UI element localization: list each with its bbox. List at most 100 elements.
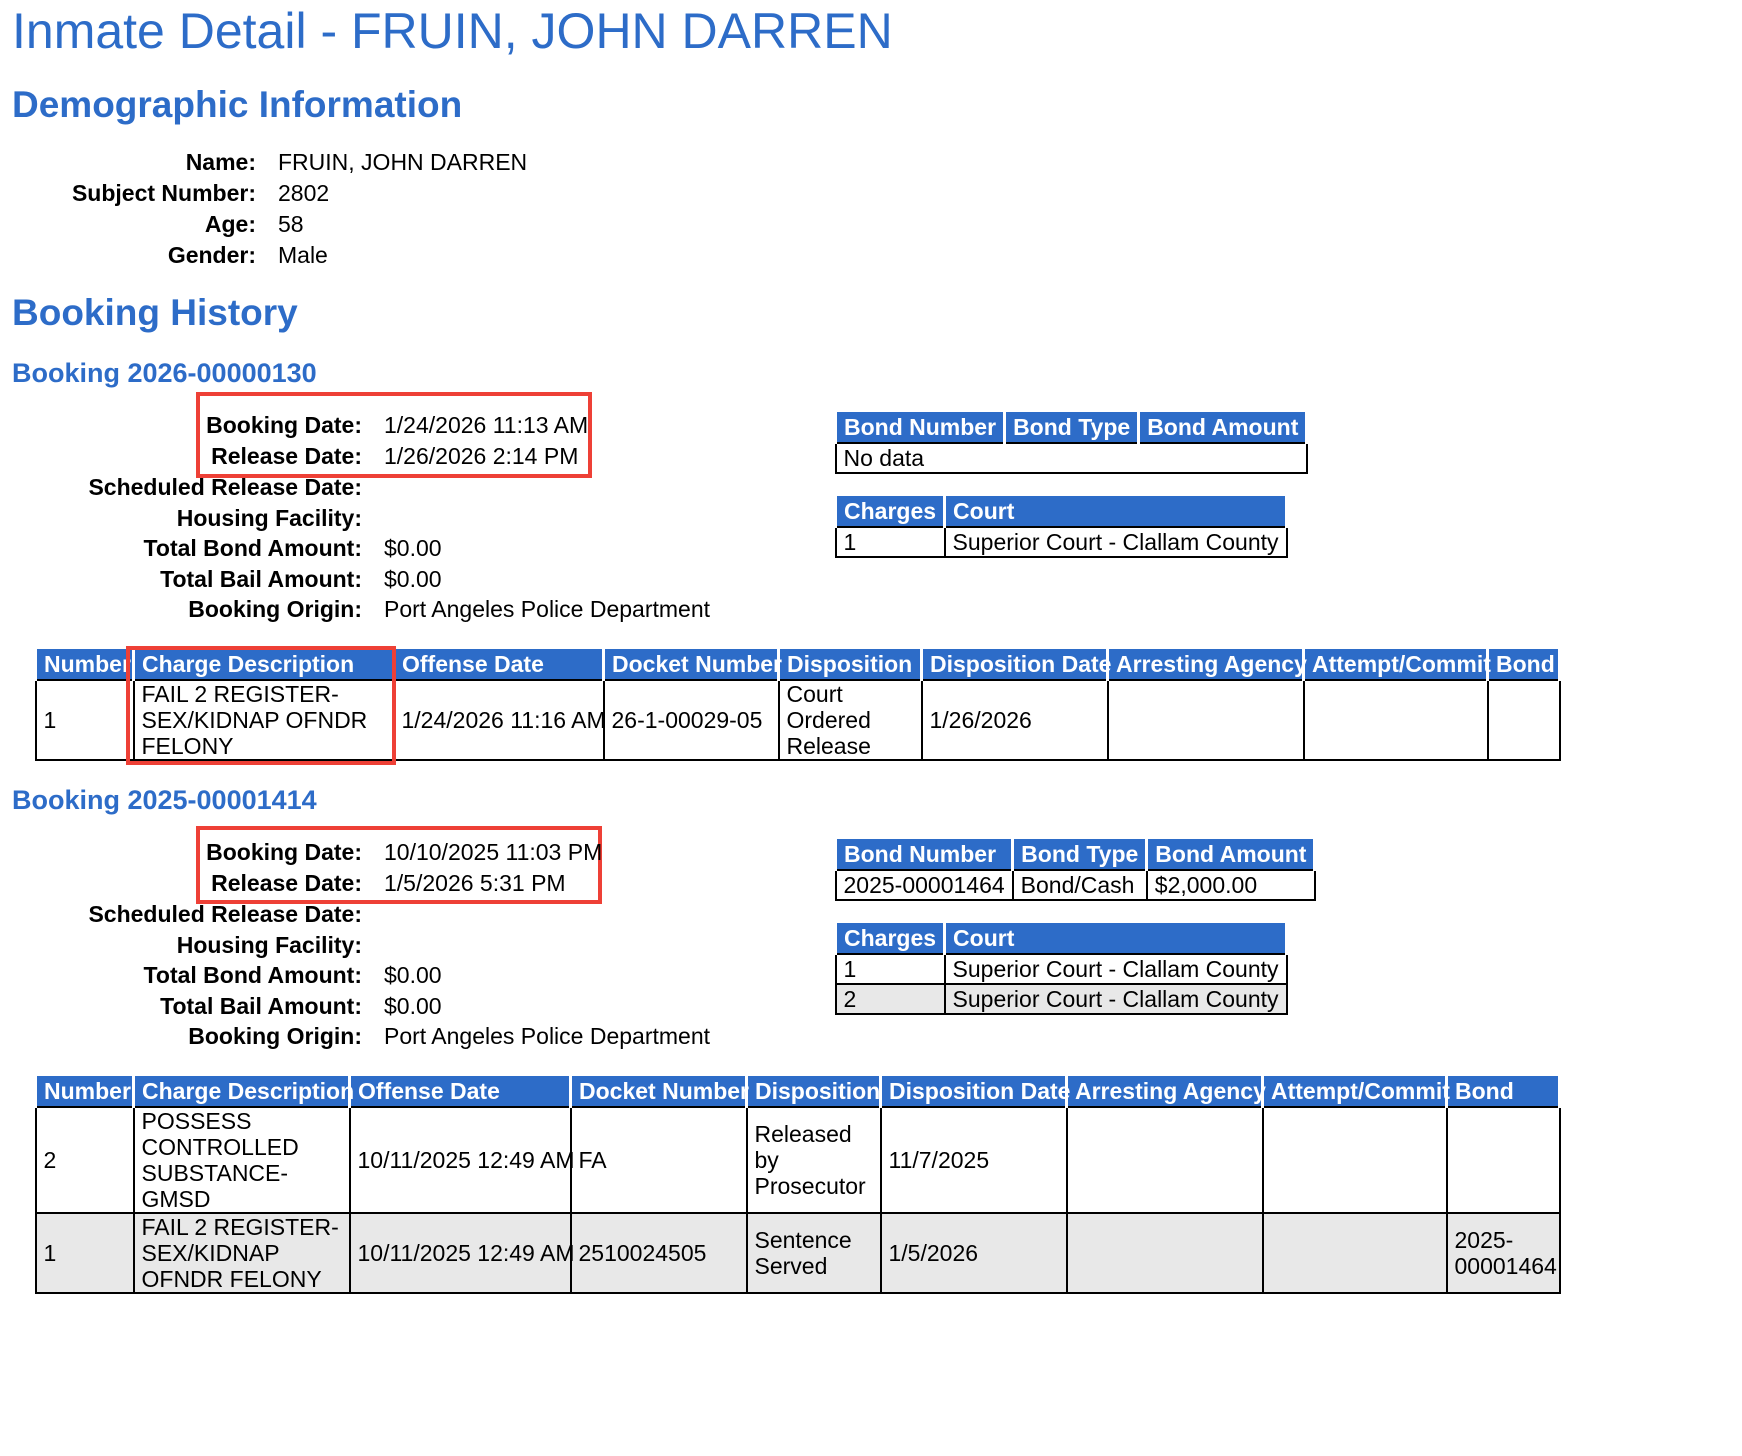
charge-number-cell: 1 xyxy=(34,1212,135,1294)
subject-number-value: 2802 xyxy=(278,180,330,206)
attempt-commit-cell xyxy=(1261,1212,1448,1294)
offense-date-header: Offense Date xyxy=(392,649,605,680)
subject-number-label: Subject Number: xyxy=(71,180,256,206)
disposition-date-header: Disposition Date xyxy=(920,649,1111,680)
disposition-header: Disposition xyxy=(777,649,923,680)
bond-number-header: Bond Number xyxy=(833,839,1015,870)
bond-type-header: Bond Type xyxy=(1003,412,1141,443)
total-bond-label: Total Bond Amount: xyxy=(143,535,362,561)
docket-number-header: Docket Number xyxy=(569,1076,749,1107)
offense-date-cell: 1/24/2026 11:16 AM xyxy=(392,679,606,761)
charge-description-cell: POSSESS CONTROLLED SUBSTANCE-GMSD xyxy=(132,1106,351,1214)
housing-facility-label: Housing Facility: xyxy=(176,932,362,958)
disposition-cell: Released by Prosecutor xyxy=(745,1106,882,1214)
total-bail-label: Total Bail Amount: xyxy=(160,993,362,1019)
highlight-box xyxy=(126,646,396,765)
booking-date-label: Booking Date: xyxy=(206,839,362,865)
charges-header: Charges xyxy=(833,496,947,527)
offense-date-header: Offense Date xyxy=(348,1076,572,1107)
court-name-cell: Superior Court - Clallam County xyxy=(943,953,1288,985)
total-bail-label: Total Bail Amount: xyxy=(160,566,362,592)
disposition-date-cell: 11/7/2025 xyxy=(879,1106,1068,1214)
number-header: Number xyxy=(34,1076,135,1107)
bond-no-data: No data xyxy=(834,442,1308,474)
age-value: 58 xyxy=(278,211,304,237)
booking-date-label: Booking Date: xyxy=(206,412,362,438)
total-bail-value: $0.00 xyxy=(384,993,442,1019)
bond-cell xyxy=(1486,679,1561,761)
disposition-date-cell: 1/5/2026 xyxy=(879,1212,1068,1294)
charge-number-cell: 1 xyxy=(34,679,135,761)
bond-number-header: Bond Number xyxy=(833,412,1007,443)
table-row: 1 Superior Court - Clallam County xyxy=(834,953,1288,985)
court-header: Court xyxy=(943,496,1288,527)
bond-table: Bond Number Bond Type Bond Amount 2025-0… xyxy=(833,839,1317,901)
bond-header: Bond xyxy=(1445,1076,1561,1107)
docket-number-cell: 26-1-00029-05 xyxy=(602,679,780,761)
bond-number-cell: 2025-00001464 xyxy=(834,869,1014,901)
arresting-agency-header: Arresting Agency xyxy=(1106,649,1307,680)
page-title: Inmate Detail - FRUIN, JOHN DARREN xyxy=(12,3,893,59)
charge-number-cell: 2 xyxy=(34,1106,135,1214)
booking-history-heading: Booking History xyxy=(12,292,298,333)
gender-label: Gender: xyxy=(167,242,256,268)
name-label: Name: xyxy=(185,149,256,175)
disposition-date-header: Disposition Date xyxy=(879,1076,1070,1107)
table-row: 1 FAIL 2 REGISTER-SEX/KIDNAP OFNDR FELON… xyxy=(34,1212,1561,1294)
attempt-commit-header: Attempt/Commit xyxy=(1261,1076,1450,1107)
bond-amount-header: Bond Amount xyxy=(1137,412,1309,443)
release-date-value: 1/5/2026 5:31 PM xyxy=(384,870,566,896)
arresting-agency-cell xyxy=(1065,1212,1264,1294)
docket-number-cell: FA xyxy=(569,1106,748,1214)
release-date-label: Release Date: xyxy=(211,870,362,896)
court-header: Court xyxy=(943,923,1288,954)
disposition-cell: Sentence Served xyxy=(745,1212,882,1294)
booking-date-value: 10/10/2025 11:03 PM xyxy=(384,839,603,865)
scheduled-release-label: Scheduled Release Date: xyxy=(88,901,362,927)
total-bond-value: $0.00 xyxy=(384,962,442,988)
arresting-agency-cell xyxy=(1106,679,1305,761)
release-date-label: Release Date: xyxy=(211,443,362,469)
booking-origin-label: Booking Origin: xyxy=(188,1023,362,1049)
total-bond-value: $0.00 xyxy=(384,535,442,561)
bond-cell xyxy=(1445,1106,1561,1214)
table-row: 2025-00001464 Bond/Cash $2,000.00 xyxy=(834,869,1316,901)
docket-number-header: Docket Number xyxy=(602,649,782,680)
housing-facility-label: Housing Facility: xyxy=(176,505,362,531)
court-name-cell: Superior Court - Clallam County xyxy=(943,526,1288,558)
booking-origin-label: Booking Origin: xyxy=(188,596,362,622)
arresting-agency-header: Arresting Agency xyxy=(1065,1076,1266,1107)
court-charges-cell: 2 xyxy=(834,983,946,1015)
demographic-heading: Demographic Information xyxy=(12,84,463,125)
disposition-cell: Court Ordered Release xyxy=(777,679,923,761)
booking-origin-value: Port Angeles Police Department xyxy=(384,596,711,622)
charge-description-header: Charge Description xyxy=(132,1076,354,1107)
booking-date-value: 1/24/2026 11:13 AM xyxy=(384,412,589,438)
offense-date-cell: 10/11/2025 12:49 AM xyxy=(348,1106,574,1214)
charges-table: Number Charge Description Offense Date D… xyxy=(34,1076,1561,1294)
bond-table: Bond Number Bond Type Bond Amount No dat… xyxy=(833,412,1309,474)
arresting-agency-cell xyxy=(1065,1106,1264,1214)
court-table: Charges Court 1 Superior Court - Clallam… xyxy=(833,923,1288,1015)
table-row: 2 Superior Court - Clallam County xyxy=(834,983,1288,1015)
bond-header: Bond xyxy=(1486,649,1561,680)
age-label: Age: xyxy=(204,211,256,237)
total-bail-value: $0.00 xyxy=(384,566,442,592)
court-table: Charges Court 1 Superior Court - Clallam… xyxy=(833,496,1288,558)
total-bond-label: Total Bond Amount: xyxy=(143,962,362,988)
attempt-commit-header: Attempt/Commit xyxy=(1302,649,1491,680)
bond-cell: 2025-00001464 xyxy=(1445,1212,1561,1294)
charge-description-cell: FAIL 2 REGISTER-SEX/KIDNAP OFNDR FELONY xyxy=(132,1212,351,1294)
court-charges-cell: 1 xyxy=(834,526,946,558)
release-date-value: 1/26/2026 2:14 PM xyxy=(384,443,579,469)
offense-date-cell: 10/11/2025 12:49 AM xyxy=(348,1212,574,1294)
booking-heading: Booking 2025-00001414 xyxy=(12,785,317,815)
booking-origin-value: Port Angeles Police Department xyxy=(384,1023,711,1049)
attempt-commit-cell xyxy=(1261,1106,1448,1214)
table-row: 2 POSSESS CONTROLLED SUBSTANCE-GMSD 10/1… xyxy=(34,1106,1561,1214)
bond-type-header: Bond Type xyxy=(1011,839,1149,870)
name-value: FRUIN, JOHN DARREN xyxy=(278,149,528,175)
court-charges-cell: 1 xyxy=(834,953,946,985)
booking-heading: Booking 2026-00000130 xyxy=(12,358,317,388)
court-name-cell: Superior Court - Clallam County xyxy=(943,983,1288,1015)
